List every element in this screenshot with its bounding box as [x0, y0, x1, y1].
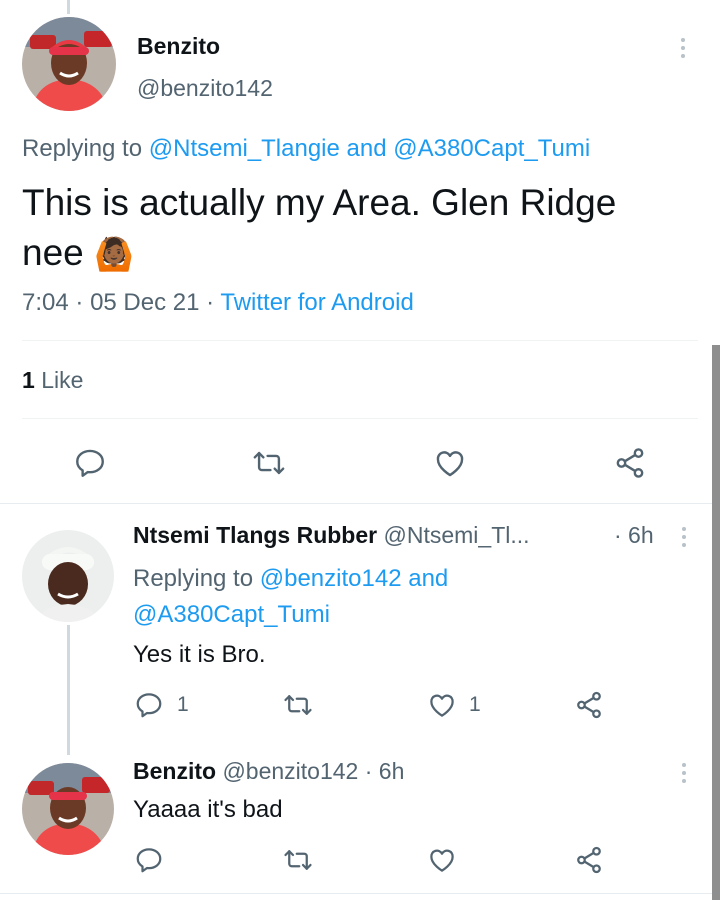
tweet-date: 05 Dec 21 — [90, 289, 200, 316]
author-handle[interactable]: @Ntsemi_Tl... — [384, 522, 530, 548]
tweet-text-line-2: nee 🙆🏾 — [22, 228, 616, 279]
replying-prefix: Replying to — [133, 565, 254, 592]
avatar[interactable] — [22, 763, 114, 855]
share-icon[interactable] — [612, 446, 648, 480]
reply-icon[interactable] — [134, 690, 164, 720]
tweet-text-line: This is actually my Area. Glen Ridge — [22, 182, 617, 223]
divider — [0, 893, 720, 894]
more-icon[interactable] — [681, 527, 687, 551]
divider — [0, 503, 720, 504]
reply-time: · 6h — [364, 758, 405, 784]
mention-link[interactable]: @A380Capt_Tumi — [393, 135, 590, 162]
avatar[interactable] — [22, 530, 114, 622]
tweet-time: 7:04 — [22, 289, 69, 316]
replying-to: Replying to @Ntsemi_Tlangie and @A380Cap… — [22, 135, 590, 163]
share-icon[interactable] — [573, 690, 605, 720]
author-name[interactable]: Benzito — [137, 33, 220, 60]
tweet-text: This is actually my Area. Glen Ridge nee… — [22, 178, 616, 279]
reply-header: Ntsemi Tlangs Rubber @Ntsemi_Tl... — [133, 522, 530, 549]
like-count: 1 — [469, 693, 481, 716]
author-name[interactable]: Benzito — [133, 758, 216, 784]
replying-prefix: Replying to — [22, 135, 143, 162]
like-icon[interactable] — [426, 690, 458, 720]
author-handle[interactable]: @benzito142 — [222, 758, 358, 784]
reply-time: · 6h — [614, 522, 654, 548]
tweet-source[interactable]: Twitter for Android — [220, 289, 413, 316]
reply-text: Yes it is Bro. — [133, 641, 266, 668]
retweet-icon[interactable] — [251, 446, 287, 480]
replying-to: Replying to @benzito142 and @A380Capt_Tu… — [133, 561, 653, 633]
reply-icon[interactable] — [73, 446, 107, 480]
more-icon[interactable] — [681, 763, 687, 787]
likes-stat[interactable]: 1 Like — [22, 367, 83, 394]
retweet-icon[interactable] — [282, 690, 314, 720]
tweet-text-line: nee — [22, 232, 84, 273]
reply-count: 1 — [177, 693, 189, 716]
replying-and: and — [408, 565, 449, 592]
author-name[interactable]: Ntsemi Tlangs Rubber — [133, 522, 377, 548]
reply-text: Yaaaa it's bad — [133, 796, 283, 823]
divider — [22, 418, 698, 419]
reply-header: Benzito @benzito142 · 6h — [133, 758, 404, 785]
reply-icon[interactable] — [134, 845, 164, 875]
separator: · — [75, 289, 84, 316]
scrollbar[interactable] — [712, 345, 720, 900]
tweet-meta: 7:04 · 05 Dec 21 · Twitter for Android — [22, 289, 414, 317]
likes-count: 1 — [22, 367, 35, 393]
thread-line-reply — [67, 625, 70, 755]
thread-line-top — [67, 0, 70, 14]
emoji: 🙆🏾 — [94, 236, 134, 272]
more-icon[interactable] — [680, 38, 686, 62]
mention-link[interactable]: @benzito142 — [260, 565, 402, 592]
replying-and: and — [346, 135, 387, 162]
divider — [22, 340, 698, 341]
likes-label: Like — [41, 367, 84, 393]
author-handle[interactable]: @benzito142 — [137, 75, 273, 102]
share-icon[interactable] — [573, 845, 605, 875]
mention-link[interactable]: @Ntsemi_Tlangie — [149, 135, 340, 162]
avatar[interactable] — [22, 17, 116, 111]
retweet-icon[interactable] — [282, 845, 314, 875]
separator: · — [206, 289, 215, 316]
mention-link[interactable]: @A380Capt_Tumi — [133, 601, 330, 628]
like-icon[interactable] — [426, 845, 458, 875]
like-icon[interactable] — [432, 446, 468, 480]
